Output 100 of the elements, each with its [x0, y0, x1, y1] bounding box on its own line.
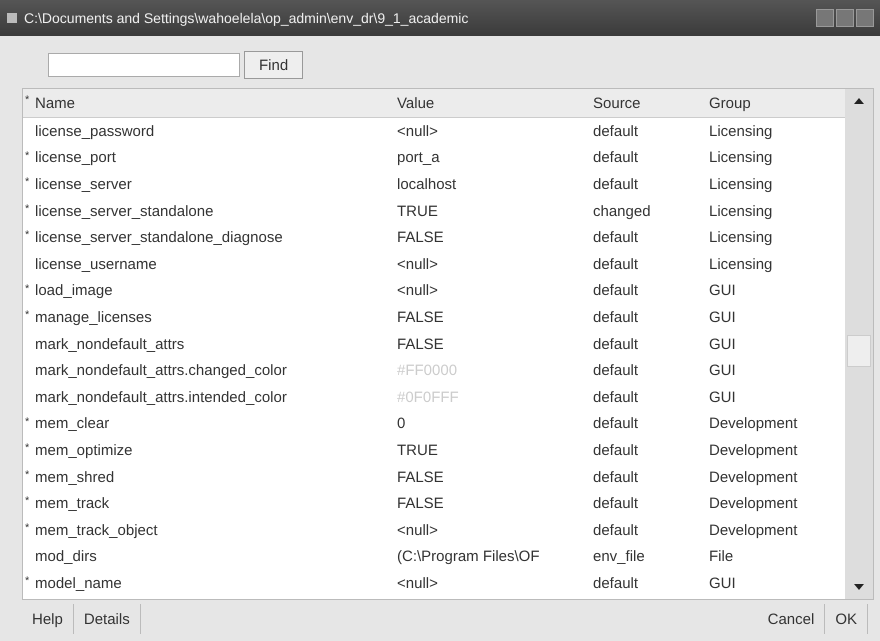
- star-mark: *: [24, 282, 30, 295]
- window-title: C:\Documents and Settings\wahoelela\op_admin\env_dr\9_1_academic: [24, 10, 470, 26]
- table-cell-text: GUI: [709, 282, 737, 300]
- window-icon: [6, 12, 18, 24]
- table-cell-text: load_image: [35, 282, 114, 300]
- table-cell-text: default: [593, 308, 640, 326]
- table-cell-text: default: [593, 122, 640, 140]
- star-mark: *: [24, 93, 30, 106]
- table-cell-text: <null>: [397, 282, 439, 300]
- table-cell-text: changed: [593, 202, 652, 220]
- table-cell-text: env_file: [593, 548, 646, 566]
- table-cell-text: default: [593, 442, 640, 459]
- table-cell-text: GUI: [709, 388, 737, 406]
- table-cell-text: FALSE: [397, 468, 445, 486]
- table-cell-text: port_a: [397, 149, 441, 166]
- table-cell-text: GUI: [709, 308, 737, 326]
- table-cell-text: default: [593, 336, 640, 353]
- close-button[interactable]: [856, 9, 874, 27]
- table-cell-text: default: [593, 522, 640, 539]
- table-cell-text: license_port: [35, 149, 117, 166]
- table-cell-text: <null>: [397, 522, 439, 539]
- table-cell-text: license_server_standalone_diagnose: [35, 229, 284, 246]
- footer-button[interactable]: Cancel: [758, 604, 826, 634]
- star-mark: *: [24, 414, 30, 428]
- table-cell-text: manage_licenses: [35, 308, 153, 326]
- table-cell-text: localhost: [397, 176, 458, 193]
- scrollbar[interactable]: [845, 89, 873, 599]
- star-mark: *: [24, 468, 30, 481]
- table-cell-text: Development: [709, 468, 798, 486]
- table-cell-text: license_username: [35, 256, 158, 273]
- find-button[interactable]: Find: [244, 51, 304, 79]
- star-mark: *: [24, 175, 30, 188]
- table-cell-text: Licensing: [709, 149, 774, 166]
- minimize-button[interactable]: [816, 9, 834, 27]
- table-cell-text: Licensing: [709, 229, 774, 246]
- search-field[interactable]: [48, 53, 240, 77]
- column-header[interactable]: Value: [397, 94, 593, 112]
- table-cell-text: FALSE: [397, 336, 445, 353]
- table-cell-text: default: [593, 468, 640, 486]
- table-cell-text: GUI: [709, 574, 737, 592]
- table-cell-text: default: [593, 362, 640, 380]
- scroll-thumb[interactable]: [847, 335, 871, 367]
- table-cell-text: default: [593, 574, 640, 592]
- star-mark: *: [24, 441, 30, 454]
- table-cell-text: File: [709, 548, 734, 566]
- table-cell-text: default: [593, 256, 640, 273]
- table-cell-text: GUI: [709, 336, 737, 353]
- table-cell-text: default: [593, 495, 640, 512]
- footer-button[interactable]: OK: [825, 604, 868, 634]
- table-cell-text: mod_dirs: [35, 548, 98, 566]
- table-cell-text: mem_track_object: [35, 522, 159, 539]
- table-cell-text: mark_nondefault_attrs.changed_color: [35, 362, 288, 380]
- table-cell-text: mem_shred: [35, 468, 116, 486]
- table-cell-text: Development: [709, 522, 798, 539]
- star-mark: *: [24, 308, 30, 322]
- table-cell-text: FALSE: [397, 308, 445, 326]
- column-header[interactable]: Group: [709, 94, 845, 112]
- table-cell-text: FALSE: [397, 229, 445, 246]
- table-cell-text: default: [593, 176, 640, 193]
- table-cell-text: default: [593, 415, 640, 432]
- footer-button[interactable]: Details: [74, 604, 141, 634]
- table-cell-text: mem_optimize: [35, 442, 134, 459]
- footer-button[interactable]: Help: [22, 604, 74, 634]
- table-cell-text: (C:\Program Files\OF: [397, 548, 541, 566]
- table-cell-text: license_password: [35, 122, 156, 140]
- table-cell-text: FALSE: [397, 495, 445, 512]
- table-cell-text: default: [593, 388, 640, 406]
- table-cell-text: TRUE: [397, 442, 439, 459]
- table-cell-text: mem_clear: [35, 415, 110, 432]
- table-cell-text: default: [593, 282, 640, 300]
- table-cell-text: Licensing: [709, 202, 774, 220]
- star-mark: *: [24, 228, 30, 242]
- table-cell-text: default: [593, 229, 640, 246]
- table-cell-text: license_server: [35, 176, 133, 193]
- table-cell-text: mem_track: [35, 495, 110, 512]
- table-cell-text: Licensing: [709, 176, 774, 193]
- table-cell-text: <null>: [397, 122, 439, 140]
- table-cell-text: Licensing: [709, 256, 774, 273]
- table-cell-text: <null>: [397, 574, 439, 592]
- star-mark: *: [24, 148, 30, 162]
- table-cell-text: default: [593, 149, 640, 166]
- table-cell-text: GUI: [709, 362, 737, 380]
- table-cell-text: TRUE: [397, 202, 439, 220]
- table-cell-text: Development: [709, 415, 798, 432]
- column-header[interactable]: Source: [593, 94, 709, 112]
- maximize-button[interactable]: [836, 9, 854, 27]
- table-cell-text: license_server_standalone: [35, 202, 214, 220]
- star-mark: *: [24, 520, 30, 534]
- table-cell-text: <null>: [397, 256, 439, 273]
- star-mark: *: [24, 574, 30, 588]
- table-cell-text: 0: [397, 415, 406, 432]
- column-header[interactable]: Name: [35, 94, 397, 112]
- table-cell-text: Development: [709, 495, 798, 512]
- table-cell-text: mark_nondefault_attrs: [35, 336, 186, 353]
- star-mark: *: [24, 202, 30, 215]
- table-cell-text: model_name: [35, 574, 123, 592]
- table-cell-text: mark_nondefault_attrs.intended_color: [35, 388, 288, 406]
- table-cell-text: Licensing: [709, 122, 774, 140]
- table-cell-text: Development: [709, 442, 798, 459]
- star-mark: *: [24, 494, 30, 508]
